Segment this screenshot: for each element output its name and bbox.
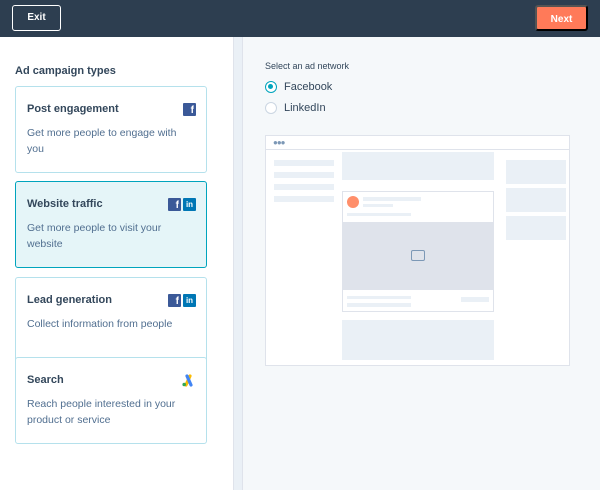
skeleton-line bbox=[274, 160, 334, 166]
card-title: Post engagement bbox=[27, 103, 119, 115]
card-title: Search bbox=[27, 374, 64, 386]
ad-post-card bbox=[342, 191, 494, 312]
skeleton-line bbox=[347, 213, 411, 216]
skeleton-line bbox=[363, 197, 421, 201]
skeleton-block bbox=[506, 188, 566, 212]
radio-button-checked[interactable] bbox=[265, 81, 277, 93]
exit-button[interactable]: Exit bbox=[12, 5, 61, 31]
card-post-engagement[interactable]: Post engagement Get more people to engag… bbox=[15, 86, 207, 173]
radio-linkedin[interactable]: LinkedIn bbox=[265, 102, 326, 114]
card-description: Collect information from people bbox=[27, 318, 173, 330]
skeleton-line bbox=[274, 172, 334, 178]
top-bar: Exit Next bbox=[0, 0, 600, 37]
radio-label: Facebook bbox=[284, 81, 333, 93]
skeleton-line bbox=[274, 196, 334, 202]
skeleton-line bbox=[347, 296, 411, 299]
network-title: Select an ad network bbox=[265, 61, 350, 71]
campaign-type-panel: Ad campaign types Post engagement Get mo… bbox=[0, 37, 233, 490]
skeleton-block bbox=[342, 320, 494, 360]
linkedin-icon: in bbox=[183, 294, 196, 307]
google-ads-icon bbox=[182, 374, 193, 387]
panel-title: Ad campaign types bbox=[15, 65, 116, 77]
more-dots-icon: ●●● bbox=[273, 138, 285, 147]
radio-facebook[interactable]: Facebook bbox=[265, 81, 332, 93]
skeleton-block bbox=[506, 160, 566, 184]
skeleton-cta bbox=[461, 297, 489, 302]
facebook-icon: f bbox=[168, 198, 181, 211]
ad-preview: ●●● bbox=[265, 135, 570, 366]
avatar bbox=[347, 196, 359, 208]
linkedin-icon: in bbox=[183, 198, 196, 211]
card-search[interactable]: Search Reach people interested in your p… bbox=[15, 357, 207, 444]
image-icon bbox=[411, 250, 425, 261]
card-title: Lead generation bbox=[27, 294, 112, 306]
skeleton-block bbox=[342, 152, 494, 180]
facebook-icon: f bbox=[168, 294, 181, 307]
radio-button[interactable] bbox=[265, 102, 277, 114]
panel-divider bbox=[233, 37, 243, 490]
skeleton-block bbox=[506, 216, 566, 240]
card-title: Website traffic bbox=[27, 198, 103, 210]
card-lead-generation[interactable]: Lead generation Collect information from… bbox=[15, 277, 207, 364]
facebook-icon: f bbox=[183, 103, 196, 116]
post-image bbox=[343, 222, 493, 290]
radio-label: LinkedIn bbox=[284, 102, 326, 114]
skeleton-line bbox=[274, 184, 334, 190]
card-description: Get more people to engage with you bbox=[27, 127, 177, 155]
next-button[interactable]: Next bbox=[535, 5, 588, 31]
skeleton-sponsored bbox=[363, 204, 393, 207]
card-website-traffic[interactable]: Website traffic Get more people to visit… bbox=[15, 181, 207, 268]
card-description: Reach people interested in your product … bbox=[27, 398, 176, 426]
network-panel: Select an ad network Facebook LinkedIn ●… bbox=[243, 37, 600, 490]
preview-browser-bar: ●●● bbox=[266, 136, 569, 150]
skeleton-line bbox=[347, 303, 411, 307]
card-description: Get more people to visit your website bbox=[27, 222, 162, 250]
